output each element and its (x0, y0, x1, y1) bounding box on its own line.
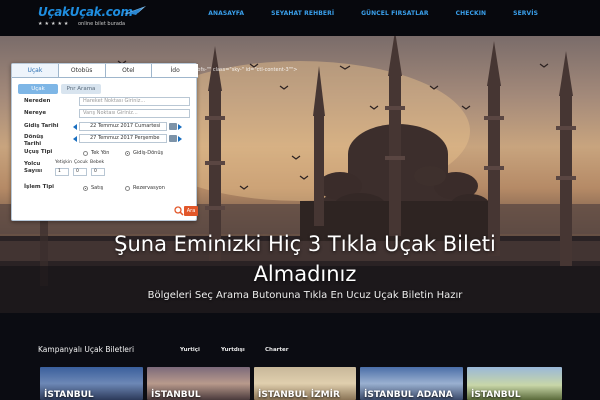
trip-type-label: Uçuş Tipi (24, 149, 53, 155)
campaign-card-label: İSTANBUL (151, 390, 201, 400)
adult-label: Yetişkin (55, 160, 72, 165)
process-sale-radio[interactable] (83, 186, 88, 191)
campaign-tab-international[interactable]: Yurtdışı (221, 347, 245, 353)
campaign-card[interactable]: İSTANBUL İZMİR (254, 367, 356, 400)
flight-search-panel: Uçak Otobüs Otel İdo Uçak Pnr Arama Nere… (11, 63, 198, 221)
campaign-tab-domestic[interactable]: Yurtiçi (180, 347, 200, 353)
return-calendar-icon[interactable] (169, 135, 177, 142)
nav-item-checkin[interactable]: CHECKIN (456, 10, 487, 17)
process-reservation-radio[interactable] (125, 186, 130, 191)
nav-item-service[interactable]: SERVİS (513, 10, 538, 17)
depart-date-input[interactable]: 22 Temmuz 2017 Cumartesi (79, 122, 167, 131)
process-type-label: İşlem Tipi (24, 184, 55, 190)
return-prev-icon[interactable] (73, 136, 77, 142)
campaigns-section: Kampanyalı Uçak Biletleri Yurtiçi Yurtdı… (0, 313, 600, 400)
return-next-icon[interactable] (178, 136, 182, 142)
site-logo[interactable]: UçakUçak.com ★★★★★ online bilet burada (38, 5, 153, 31)
adult-select[interactable]: 1 (55, 168, 69, 176)
return-label-line1: Dönüş (24, 134, 44, 140)
mode-pnr-button[interactable]: Pnr Arama (61, 84, 101, 94)
hero-title: Şuna Eminizki Hiç 3 Tıkla Uçak Bileti Al… (114, 232, 496, 286)
tab-hotel[interactable]: Otel (105, 64, 153, 77)
tab-flight[interactable]: Uçak (12, 64, 59, 77)
campaign-card[interactable]: İSTANBUL (147, 367, 250, 400)
process-sale-text: Satış (91, 185, 104, 191)
main-nav: ANASAYFA SEYAHAT REHBERİ GÜNCEL FIRSATLA… (181, 10, 538, 17)
hero-subtitle: Bölgeleri Seç Arama Butonuna Tıkla En Uc… (147, 290, 463, 301)
trip-round-radio[interactable] (125, 151, 130, 156)
campaign-card-label: İSTANBUL (471, 390, 521, 400)
infant-select[interactable]: 0 (91, 168, 105, 176)
trip-round-text: Gidiş-Dönüş (133, 150, 164, 156)
depart-calendar-icon[interactable] (169, 123, 177, 130)
mode-flight-button[interactable]: Uçak (18, 84, 58, 94)
logo-tagline: online bilet burada (78, 21, 126, 27)
campaign-tab-charter[interactable]: Charter (265, 347, 288, 353)
search-icon[interactable] (174, 206, 184, 216)
search-button[interactable]: Ara (184, 206, 198, 216)
campaign-card[interactable]: İSTANBUL (467, 367, 562, 400)
campaign-card-label: İSTANBUL İZMİR (258, 390, 340, 400)
tab-bus[interactable]: Otobüs (58, 64, 106, 77)
depart-label: Gidiş Tarihi (24, 123, 59, 129)
nav-item-home[interactable]: ANASAYFA (208, 10, 244, 17)
site-header: UçakUçak.com ★★★★★ online bilet burada A… (0, 0, 600, 36)
return-date-input[interactable]: 27 Temmuz 2017 Perşembe (79, 134, 167, 143)
logo-stars: ★★★★★ (38, 21, 71, 27)
broken-markup-text: "bfs-"" class="sky-" id="ctl-content-3""… (195, 67, 298, 73)
child-select[interactable]: 0 (73, 168, 87, 176)
campaign-card[interactable]: İSTANBUL (40, 367, 143, 400)
passenger-label-line2: Sayısı (24, 168, 43, 174)
nav-item-travel-guide[interactable]: SEYAHAT REHBERİ (271, 10, 334, 17)
campaign-card[interactable]: İSTANBUL ADANA (360, 367, 463, 400)
campaign-card-label: İSTANBUL (44, 390, 94, 400)
nav-item-deals[interactable]: GÜNCEL FIRSATLAR (361, 10, 428, 17)
depart-next-icon[interactable] (178, 124, 182, 130)
process-reservation-text: Rezervasyon (133, 185, 165, 191)
tab-ido[interactable]: İdo (152, 64, 198, 77)
to-label: Nereye (24, 110, 47, 116)
to-input[interactable]: Varış Noktası Giriniz... (79, 109, 190, 118)
return-label-line2: Tarihi (24, 141, 42, 147)
infant-label: Bebek (90, 160, 105, 165)
logo-text: UçakUçak.com (38, 5, 133, 19)
plane-icon (124, 6, 146, 15)
passenger-label-line1: Yolcu (24, 161, 41, 167)
search-tabs: Uçak Otobüs Otel İdo (12, 64, 198, 78)
from-input[interactable]: Hareket Noktası Giriniz... (79, 97, 190, 106)
from-label: Nereden (24, 98, 51, 104)
child-label: Çocuk (74, 160, 88, 165)
campaigns-title: Kampanyalı Uçak Biletleri (38, 345, 135, 354)
campaign-card-label: İSTANBUL ADANA (364, 390, 453, 400)
depart-prev-icon[interactable] (73, 124, 77, 130)
trip-oneway-text: Tek Yön (91, 150, 110, 156)
trip-oneway-radio[interactable] (83, 151, 88, 156)
